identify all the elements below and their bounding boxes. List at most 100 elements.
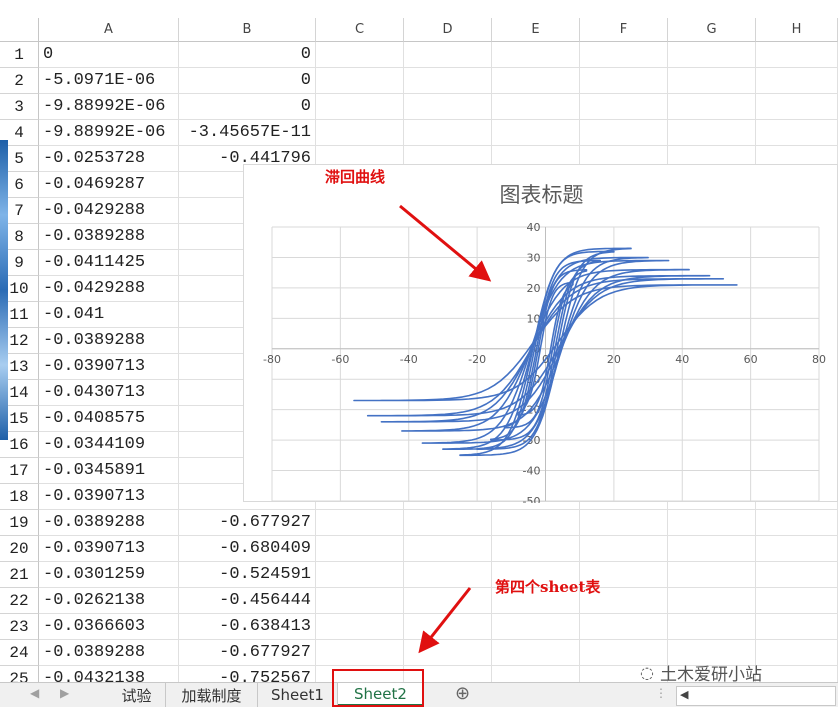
cell-a[interactable]: -0.0469287 (39, 172, 179, 198)
cell-empty[interactable] (404, 120, 492, 146)
column-header-b[interactable]: B (179, 18, 316, 42)
cell-empty[interactable] (756, 510, 838, 536)
row-header[interactable]: 22 (0, 588, 39, 614)
column-header-e[interactable]: E (492, 18, 580, 42)
cell-empty[interactable] (316, 120, 404, 146)
cell-empty[interactable] (668, 94, 756, 120)
cell-a[interactable]: -0.041 (39, 302, 179, 328)
cell-empty[interactable] (580, 94, 668, 120)
prev-sheet-icon[interactable]: ◀ (30, 686, 39, 700)
cell-empty[interactable] (404, 640, 492, 666)
column-header-a[interactable]: A (39, 18, 179, 42)
cell-empty[interactable] (580, 510, 668, 536)
cell-empty[interactable] (668, 120, 756, 146)
row-header[interactable]: 19 (0, 510, 39, 536)
cell-empty[interactable] (756, 666, 838, 682)
cell-b[interactable]: -0.752567 (179, 666, 316, 682)
cell-empty[interactable] (492, 640, 580, 666)
horizontal-scrollbar[interactable]: ◀ (676, 686, 836, 706)
tab-sheet1[interactable]: Sheet1 (258, 683, 338, 707)
cell-empty[interactable] (316, 42, 404, 68)
cell-a[interactable]: -0.0389288 (39, 640, 179, 666)
row-header[interactable]: 1 (0, 42, 39, 68)
cell-empty[interactable] (580, 614, 668, 640)
cell-a[interactable]: -0.0408575 (39, 406, 179, 432)
tab-split-handle-icon[interactable]: ⋮ (655, 686, 667, 700)
cell-empty[interactable] (316, 588, 404, 614)
column-header-f[interactable]: F (580, 18, 668, 42)
tab-shiyan[interactable]: 试验 (108, 683, 166, 707)
cell-a[interactable]: -9.88992E-06 (39, 120, 179, 146)
cell-b[interactable]: -3.45657E-11 (179, 120, 316, 146)
cell-a[interactable]: -0.0344109 (39, 432, 179, 458)
scroll-left-icon[interactable]: ◀ (680, 688, 688, 701)
cell-a[interactable]: -0.0366603 (39, 614, 179, 640)
cell-empty[interactable] (756, 562, 838, 588)
cell-a[interactable]: -5.0971E-06 (39, 68, 179, 94)
row-header[interactable]: 21 (0, 562, 39, 588)
row-header[interactable]: 23 (0, 614, 39, 640)
cell-a[interactable]: -9.88992E-06 (39, 94, 179, 120)
cell-a[interactable]: 0 (39, 42, 179, 68)
cell-b[interactable]: -0.680409 (179, 536, 316, 562)
cell-empty[interactable] (756, 640, 838, 666)
cell-empty[interactable] (316, 510, 404, 536)
cell-a[interactable]: -0.0301259 (39, 562, 179, 588)
cell-b[interactable]: -0.677927 (179, 510, 316, 536)
cell-empty[interactable] (492, 42, 580, 68)
cell-empty[interactable] (404, 68, 492, 94)
cell-empty[interactable] (668, 510, 756, 536)
cell-b[interactable]: 0 (179, 68, 316, 94)
cell-empty[interactable] (756, 94, 838, 120)
cell-empty[interactable] (404, 614, 492, 640)
cell-empty[interactable] (668, 68, 756, 94)
cell-empty[interactable] (492, 68, 580, 94)
cell-a[interactable]: -0.0389288 (39, 224, 179, 250)
select-all-corner[interactable] (0, 18, 39, 42)
cell-a[interactable]: -0.0429288 (39, 276, 179, 302)
column-header-d[interactable]: D (404, 18, 492, 42)
cell-empty[interactable] (492, 120, 580, 146)
cell-empty[interactable] (668, 536, 756, 562)
cell-empty[interactable] (316, 536, 404, 562)
cell-empty[interactable] (580, 120, 668, 146)
cell-empty[interactable] (316, 68, 404, 94)
cell-empty[interactable] (404, 588, 492, 614)
cell-empty[interactable] (404, 536, 492, 562)
cell-empty[interactable] (492, 94, 580, 120)
cell-b[interactable]: 0 (179, 94, 316, 120)
cell-empty[interactable] (316, 614, 404, 640)
cell-empty[interactable] (492, 510, 580, 536)
cell-empty[interactable] (316, 94, 404, 120)
cell-empty[interactable] (668, 562, 756, 588)
cell-a[interactable]: -0.0411425 (39, 250, 179, 276)
cell-a[interactable]: -0.0345891 (39, 458, 179, 484)
cell-empty[interactable] (492, 536, 580, 562)
cell-empty[interactable] (404, 510, 492, 536)
cell-empty[interactable] (756, 68, 838, 94)
cell-b[interactable]: -0.456444 (179, 588, 316, 614)
cell-a[interactable]: -0.0390713 (39, 484, 179, 510)
cell-a[interactable]: -0.0389288 (39, 328, 179, 354)
cell-empty[interactable] (492, 614, 580, 640)
row-header[interactable]: 18 (0, 484, 39, 510)
cell-a[interactable]: -0.0429288 (39, 198, 179, 224)
tab-jiazai[interactable]: 加载制度 (166, 683, 258, 707)
cell-empty[interactable] (668, 614, 756, 640)
row-header[interactable]: 17 (0, 458, 39, 484)
chart-object[interactable]: 图表标题 -80 -60 -40 -20 0 20 40 60 80 40 30 20 10 0 -10 -2… (243, 164, 838, 503)
cell-a[interactable]: -0.0389288 (39, 510, 179, 536)
cell-empty[interactable] (756, 120, 838, 146)
cell-a[interactable]: -0.0390713 (39, 536, 179, 562)
cell-empty[interactable] (316, 640, 404, 666)
next-sheet-icon[interactable]: ▶ (60, 686, 69, 700)
cell-empty[interactable] (580, 536, 668, 562)
add-sheet-icon[interactable]: ⊕ (455, 683, 470, 704)
row-header[interactable]: 2 (0, 68, 39, 94)
row-header[interactable]: 3 (0, 94, 39, 120)
cell-empty[interactable] (756, 536, 838, 562)
cell-empty[interactable] (580, 68, 668, 94)
cell-empty[interactable] (756, 614, 838, 640)
cell-a[interactable]: -0.0253728 (39, 146, 179, 172)
cell-empty[interactable] (756, 588, 838, 614)
